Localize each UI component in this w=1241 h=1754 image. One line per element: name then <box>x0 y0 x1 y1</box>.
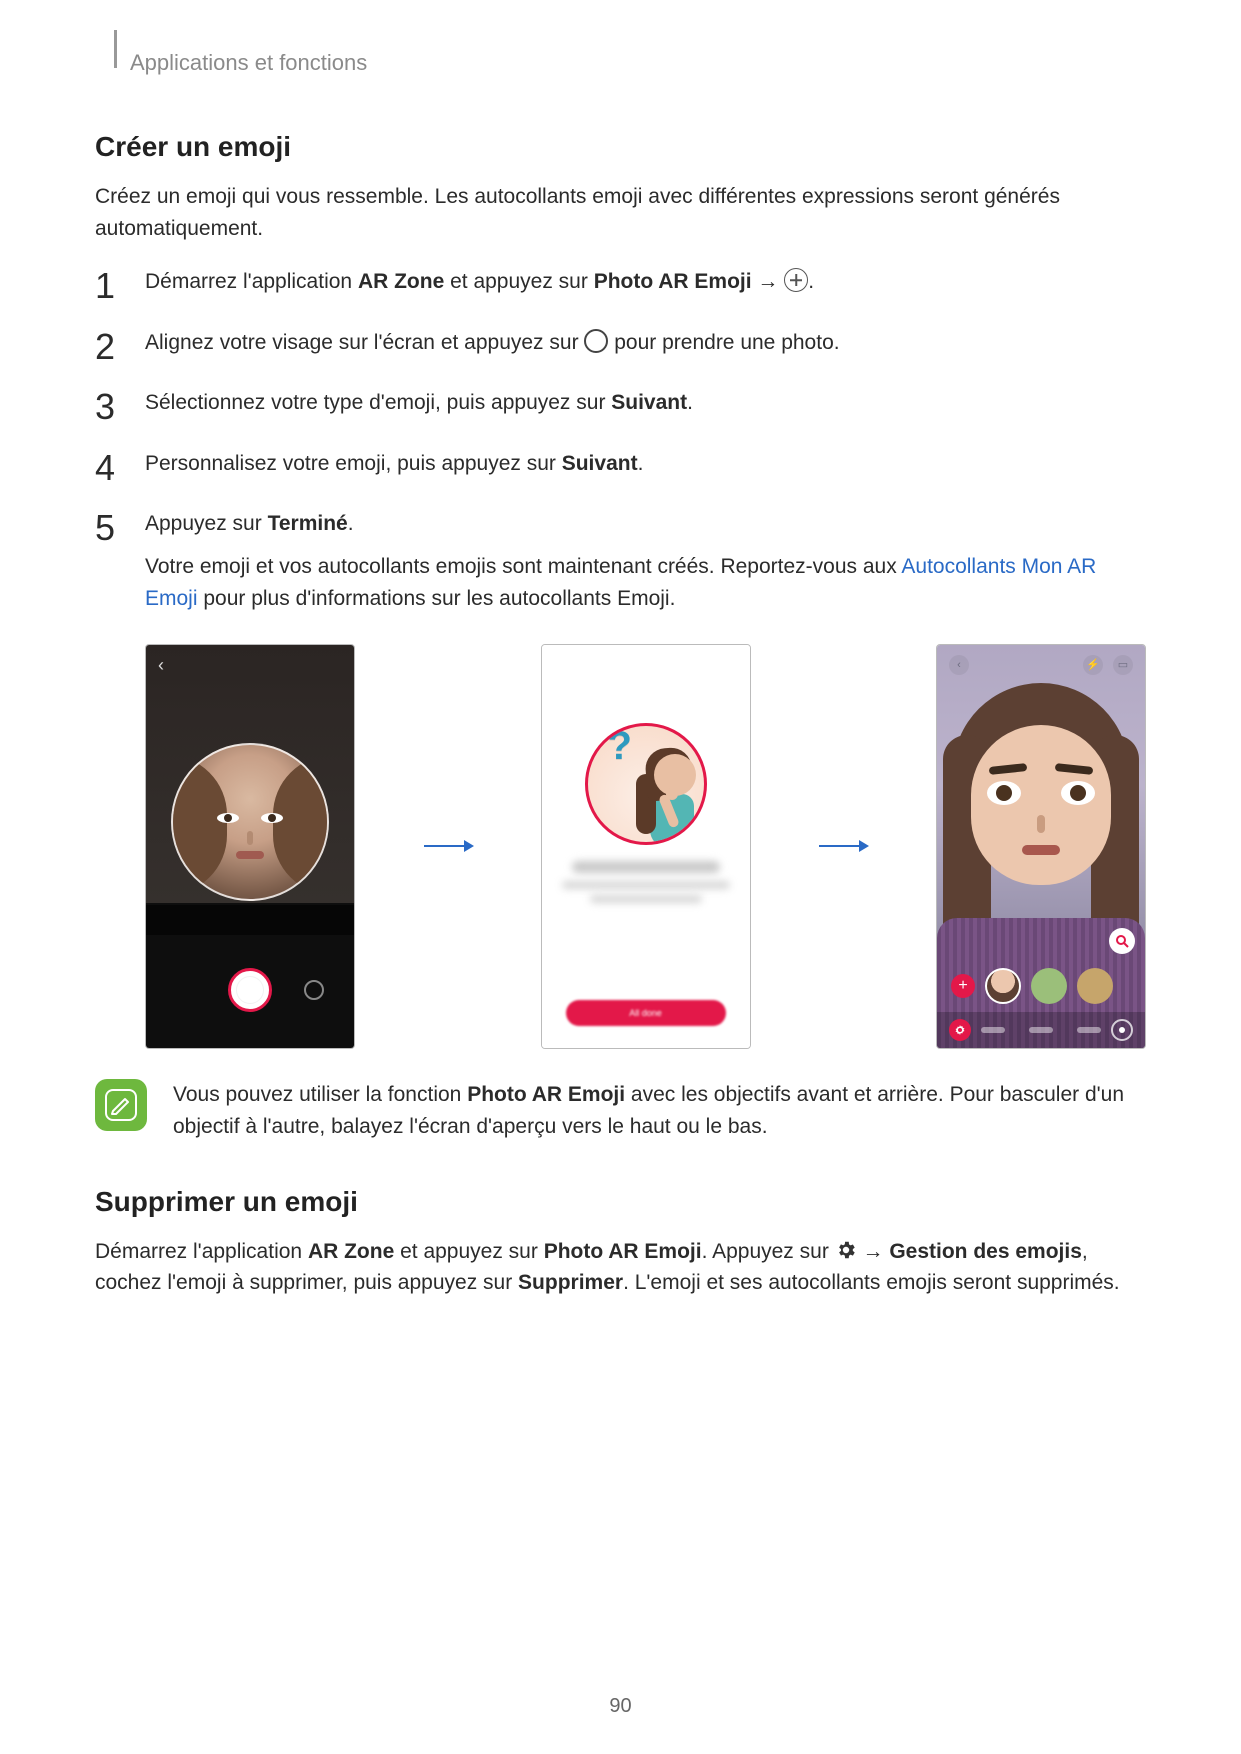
s1-hint-bar <box>146 905 354 935</box>
step-5-bold: Terminé <box>268 512 348 535</box>
plus-circle-icon <box>784 268 808 292</box>
s1-eye <box>261 813 283 823</box>
s2-blurred-line <box>590 895 702 903</box>
step-1-period: . <box>808 270 814 293</box>
step-1-arrow: → <box>752 270 785 293</box>
screenshot-face-capture: ‹ <box>145 644 355 1049</box>
s2-avatar-circle: ? <box>585 723 707 845</box>
step-4: Personnalisez votre emoji, puis appuyez … <box>95 448 1146 481</box>
shutter-circle-icon <box>584 329 608 353</box>
step-1-bold-photoar: Photo AR Emoji <box>594 270 752 293</box>
step-5-detail-b: pour plus d'informations sur les autocol… <box>198 587 676 610</box>
s1-hair <box>273 755 329 895</box>
del-e: . Appuyez sur <box>702 1240 835 1263</box>
step-5-detail-a: Votre emoji et vos autocollants emojis s… <box>145 555 901 578</box>
back-icon: ‹ <box>949 655 969 675</box>
del-f: → <box>857 1240 890 1263</box>
del-j: . L'emoji et ses autocollants emojis ser… <box>623 1271 1120 1294</box>
avatar-carousel: + <box>937 966 1145 1006</box>
screenshots-row: ‹ <box>145 644 1146 1049</box>
step-3-period: . <box>687 391 693 414</box>
s2-background <box>542 645 750 1048</box>
s3-bottom-bar <box>937 1012 1145 1048</box>
note-bold: Photo AR Emoji <box>467 1083 625 1106</box>
note-a: Vous pouvez utiliser la fonction <box>173 1083 467 1106</box>
s3-top-toolbar: ‹ ⚡ ▭ <box>937 655 1145 677</box>
s3-face <box>971 725 1111 885</box>
step-3: Sélectionnez votre type d'emoji, puis ap… <box>95 387 1146 420</box>
breadcrumb: Applications et fonctions <box>130 50 1146 76</box>
section-intro: Créez un emoji qui vous ressemble. Les a… <box>95 181 1146 244</box>
step-4-bold: Suivant <box>562 452 638 475</box>
s3-nose <box>1037 815 1045 833</box>
arrow-right-icon <box>814 838 872 854</box>
step-5: Appuyez sur Terminé. Votre emoji et vos … <box>95 508 1146 616</box>
flash-off-icon: ⚡ <box>1083 655 1103 675</box>
note-block: Vous pouvez utiliser la fonction Photo A… <box>95 1079 1146 1144</box>
avatar-thumb <box>1077 968 1113 1004</box>
del-a: Démarrez l'application <box>95 1240 308 1263</box>
step-1-bold-arzone: AR Zone <box>358 270 444 293</box>
s1-eye <box>217 813 239 823</box>
face-guide-circle <box>171 743 329 901</box>
del-g: Gestion des emojis <box>889 1240 1082 1263</box>
record-target-icon <box>1111 1019 1133 1041</box>
screenshot-avatar-preview: ‹ ⚡ ▭ + <box>936 644 1146 1049</box>
shutter-button <box>228 968 272 1012</box>
step-2-text-b: pour prendre une photo. <box>608 331 839 354</box>
del-b: AR Zone <box>308 1240 394 1263</box>
s1-hair <box>171 755 227 895</box>
step-2-text-a: Alignez votre visage sur l'écran et appu… <box>145 331 584 354</box>
add-avatar-button: + <box>951 974 975 998</box>
page-number: 90 <box>0 1695 1241 1718</box>
s3-eye <box>1061 781 1095 805</box>
step-3-text-a: Sélectionnez votre type d'emoji, puis ap… <box>145 391 611 414</box>
step-4-text-a: Personnalisez votre emoji, puis appuyez … <box>145 452 562 475</box>
delete-paragraph: Démarrez l'application AR Zone et appuye… <box>95 1236 1146 1299</box>
screenshot-emoji-builder: ? All done <box>541 644 751 1049</box>
s3-mode-dots <box>981 1027 1101 1033</box>
all-done-button: All done <box>566 1000 726 1026</box>
section-title-create: Créer un emoji <box>95 131 1146 163</box>
step-1-text-c: et appuyez sur <box>444 270 593 293</box>
s1-nose <box>247 831 253 845</box>
s2-blurred-heading <box>572 861 720 873</box>
note-text: Vous pouvez utiliser la fonction Photo A… <box>173 1079 1146 1144</box>
avatar-thumb <box>1031 968 1067 1004</box>
avatar-thumb-selected <box>985 968 1021 1004</box>
flip-camera-icon <box>304 980 324 1000</box>
step-1-text-a: Démarrez l'application <box>145 270 358 293</box>
s2-blurred-line <box>562 881 730 889</box>
question-mark-icon: ? <box>608 724 632 769</box>
section-title-delete: Supprimer un emoji <box>95 1186 1146 1218</box>
s3-mouth <box>1022 845 1060 855</box>
del-d: Photo AR Emoji <box>544 1240 702 1263</box>
step-2: Alignez votre visage sur l'écran et appu… <box>95 327 1146 360</box>
magnifier-icon <box>1109 928 1135 954</box>
del-i: Supprimer <box>518 1271 623 1294</box>
gear-badge-icon <box>949 1019 971 1041</box>
step-3-bold: Suivant <box>611 391 687 414</box>
step-5-text-a: Appuyez sur <box>145 512 268 535</box>
back-chevron-icon: ‹ <box>158 655 164 676</box>
s1-mouth <box>236 851 264 859</box>
step-4-period: . <box>638 452 644 475</box>
header-rule <box>114 30 117 68</box>
note-pencil-icon <box>95 1079 147 1131</box>
steps-list: Démarrez l'application AR Zone et appuye… <box>95 266 1146 616</box>
gear-icon <box>835 1239 857 1261</box>
arrow-right-icon <box>419 838 477 854</box>
s2-avatar-illustration <box>646 754 702 845</box>
step-5-period: . <box>348 512 354 535</box>
s3-eye <box>987 781 1021 805</box>
page-content: Applications et fonctions Créer un emoji… <box>0 0 1241 1357</box>
aspect-ratio-icon: ▭ <box>1113 655 1133 675</box>
del-c: et appuyez sur <box>394 1240 543 1263</box>
step-1: Démarrez l'application AR Zone et appuye… <box>95 266 1146 299</box>
